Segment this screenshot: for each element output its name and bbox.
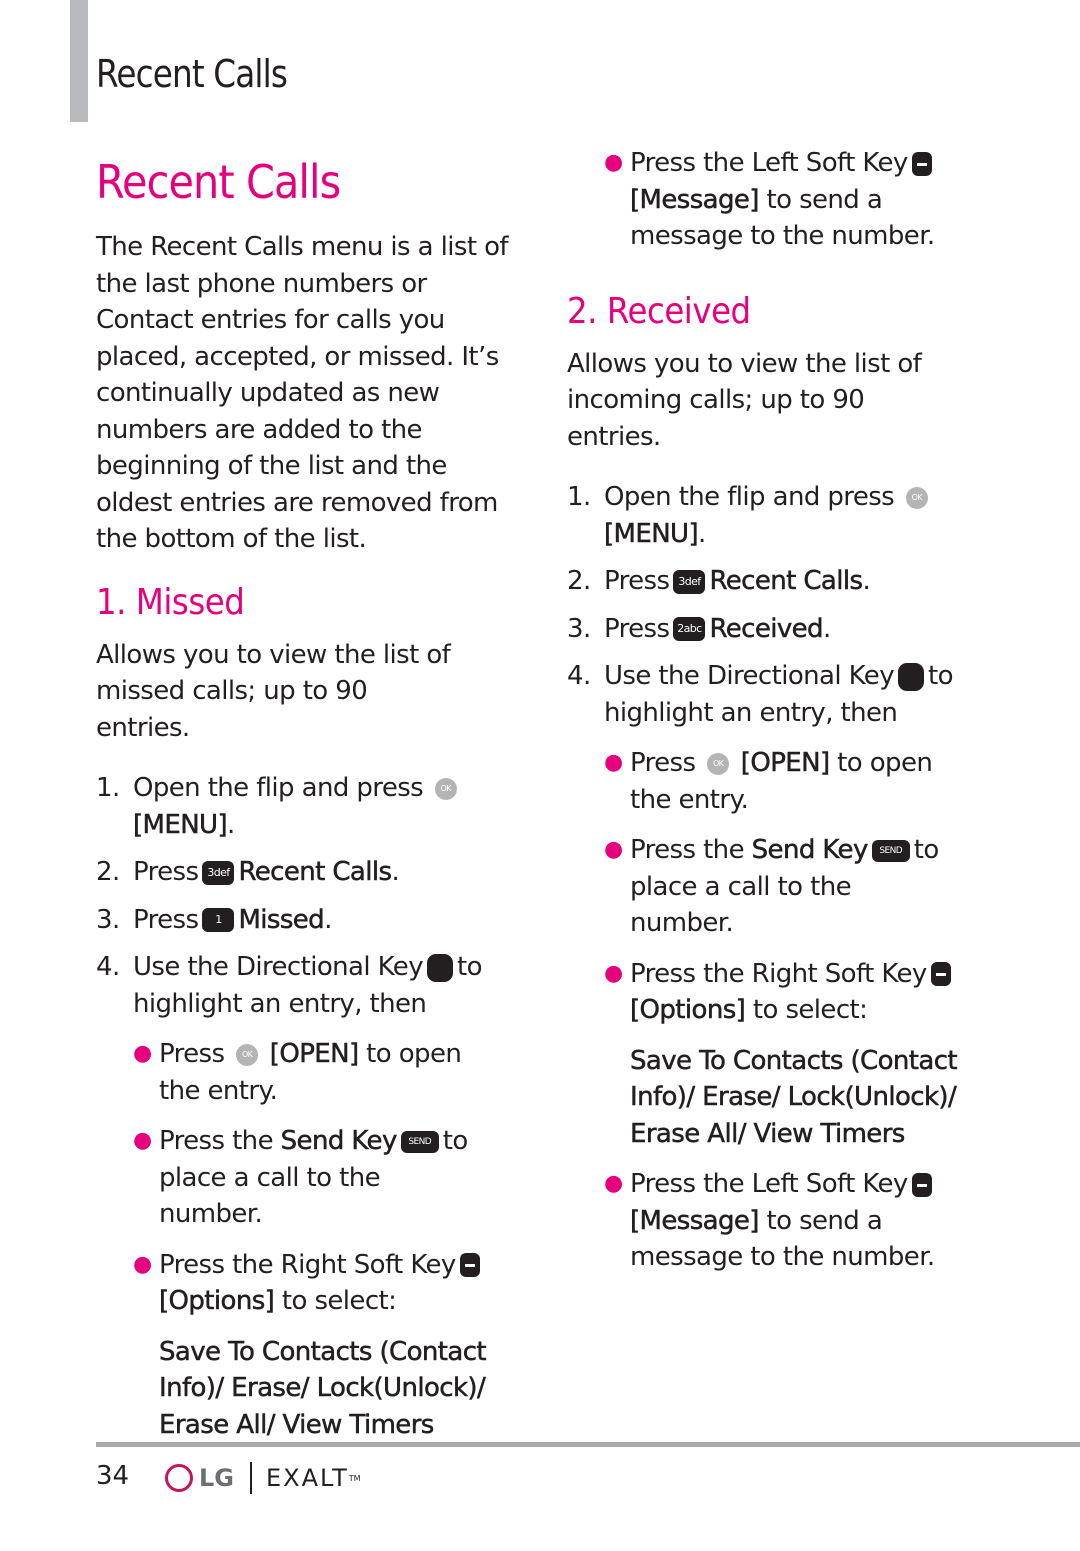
key-2-icon: 2abc: [673, 617, 706, 641]
received-bullet-send: ● Press the Send Key SEND to place a call t…: [604, 832, 1007, 942]
missed-bullets-continued: ● Press the Left Soft Key [Message] to sen…: [604, 145, 1007, 255]
key-3-icon: 3def: [673, 569, 706, 594]
trademark: TM: [348, 1473, 361, 1483]
missed-description: Allows you to view the list of missed ca…: [96, 639, 451, 743]
missed-options-list: Save To Contacts (Contact Info)/ Erase/ …: [159, 1336, 487, 1440]
missed-step-2: 2. Press 3def Recent Calls.: [96, 857, 400, 888]
left-column: Recent Calls The Recent Calls menu is a …: [96, 155, 536, 1457]
missed-bullet-message: ● Press the Left Soft Key [Message] to sen…: [604, 145, 1007, 255]
received-description: Allows you to view the list of incoming …: [567, 348, 922, 452]
received-options-list: Save To Contacts (Contact Info)/ Erase/ …: [630, 1045, 958, 1149]
received-step-2: 2. Press 3def Recent Calls.: [567, 566, 871, 597]
received-step-3: 3. Press 2abc Received.: [567, 613, 831, 644]
bullet-dot: ●: [133, 1128, 152, 1153]
page-title: Recent Calls: [96, 155, 341, 209]
missed-step-4: 4. Use the Directional Key to highlight an…: [96, 952, 483, 1019]
product-name: EXALT: [266, 1464, 349, 1492]
ok-key-icon: OK: [434, 777, 457, 800]
received-bullets: ● Press OK [OPEN] to open the entry. ● Pre…: [604, 745, 1007, 1276]
footer-rule: [96, 1442, 1080, 1447]
missed-bullets: ● Press OK [OPEN] to open the entry. ● Pre…: [133, 1036, 536, 1443]
send-key-icon: SEND: [871, 839, 910, 862]
intro-paragraph: The Recent Calls menu is a list of the l…: [96, 232, 509, 554]
right-soft-key-icon: [459, 1253, 480, 1277]
received-bullet-options: ● Press the Right Soft Key [Options] to se…: [604, 956, 1007, 1029]
bullet-dot: ●: [133, 1041, 152, 1066]
ok-key-icon: OK: [236, 1043, 259, 1066]
send-key-icon: SEND: [400, 1130, 439, 1153]
missed-bullet-send: ● Press the Send Key SEND to place a call t…: [133, 1123, 536, 1233]
missed-heading: 1. Missed: [96, 581, 245, 623]
page-number: 34: [96, 1461, 130, 1491]
bullet-dot: ●: [604, 750, 623, 775]
left-soft-key-icon: [911, 151, 932, 176]
received-bullet-message: ● Press the Left Soft Key [Message] to sen…: [604, 1166, 1007, 1276]
right-column: ● Press the Left Soft Key [Message] to sen…: [567, 145, 1007, 1290]
received-step-4: 4. Use the Directional Key to highlight an…: [567, 661, 954, 728]
bullet-dot: ●: [604, 150, 623, 175]
key-3-icon: 3def: [202, 860, 235, 885]
right-soft-key-icon: [930, 962, 951, 986]
bullet-dot: ●: [133, 1251, 152, 1277]
section-header: Recent Calls: [96, 52, 288, 96]
left-soft-key-icon: [911, 1172, 932, 1197]
missed-bullet-options: ● Press the Right Soft Key [Options] to se…: [133, 1247, 536, 1320]
ok-key-icon: OK: [707, 752, 730, 775]
bullet-dot: ●: [604, 960, 623, 986]
ok-key-icon: OK: [905, 486, 928, 509]
missed-step-1: 1. Open the flip and press OK [MENU].: [96, 770, 536, 843]
directional-key-icon: [427, 953, 453, 982]
lg-brand: LG: [199, 1464, 234, 1492]
received-bullet-open: ● Press OK [OPEN] to open the entry.: [604, 745, 1007, 818]
received-heading: 2. Received: [567, 290, 751, 332]
logo-separator: [250, 1462, 252, 1494]
bullet-dot: ●: [604, 1171, 623, 1196]
footer-logo: LG EXALT TM: [165, 1462, 361, 1494]
key-1-voicemail-icon: 1: [202, 908, 235, 932]
received-step-1: 1. Open the flip and press OK [MENU].: [567, 479, 1007, 552]
missed-step-3: 3. Press 1 Missed.: [96, 904, 332, 935]
section-tab-bar: [70, 0, 88, 122]
directional-key-icon: [898, 662, 924, 691]
lg-logo-icon: [165, 1464, 193, 1492]
bullet-dot: ●: [604, 837, 623, 862]
missed-bullet-open: ● Press OK [OPEN] to open the entry.: [133, 1036, 536, 1109]
